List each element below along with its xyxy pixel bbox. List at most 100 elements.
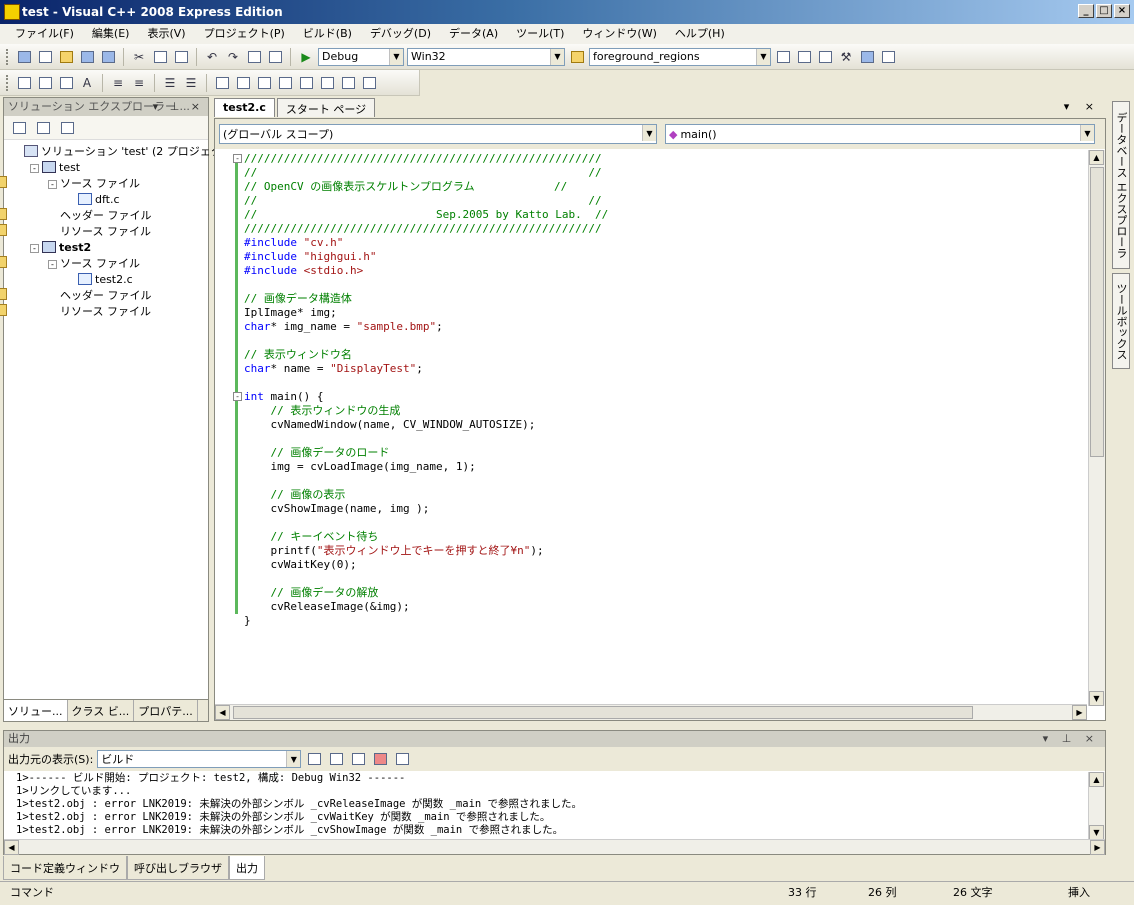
expander-icon[interactable]: -	[30, 244, 39, 253]
properties-icon[interactable]	[10, 119, 28, 137]
start-page-icon[interactable]	[858, 48, 876, 66]
prev-message-icon[interactable]	[327, 750, 345, 768]
next-bookmark-doc-icon[interactable]	[339, 74, 357, 92]
tree-node[interactable]: ヘッダー ファイル	[0, 288, 208, 304]
menu-item[interactable]: 表示(V)	[138, 24, 194, 44]
maximize-button[interactable]: □	[1096, 4, 1112, 18]
expander-icon[interactable]: -	[30, 164, 39, 173]
menu-item[interactable]: ウィンドウ(W)	[573, 24, 665, 44]
panel-tab[interactable]: プロパテ...	[134, 700, 198, 721]
menu-item[interactable]: ファイル(F)	[6, 24, 83, 44]
code-lines[interactable]: -///////////////////////////////////////…	[233, 152, 608, 628]
scroll-thumb[interactable]	[233, 706, 973, 719]
scroll-left-icon[interactable]: ◀	[215, 705, 230, 720]
copy-icon[interactable]	[151, 48, 169, 66]
editor-horizontal-scrollbar[interactable]: ◀ ▶	[215, 704, 1087, 720]
properties-icon[interactable]	[816, 48, 834, 66]
quick-info-icon[interactable]	[57, 74, 75, 92]
expander-icon[interactable]: -	[48, 260, 57, 269]
tab-toolbox[interactable]: ツールボックス	[1112, 273, 1130, 369]
platform-combo[interactable]: Win32 ▼	[407, 47, 565, 66]
command-window-icon[interactable]	[879, 48, 897, 66]
toggle-bookmark-icon[interactable]	[213, 74, 231, 92]
tab-database-explorer[interactable]: データベース エクスプローラ	[1112, 101, 1130, 269]
comment-out-icon[interactable]: ☰	[161, 74, 179, 92]
uncomment-icon[interactable]: ☰	[182, 74, 200, 92]
minimize-button[interactable]: _	[1078, 4, 1094, 18]
collapse-icon[interactable]: -	[233, 392, 242, 401]
parameter-info-icon[interactable]	[36, 74, 54, 92]
decrease-indent-icon[interactable]: ≡	[109, 74, 127, 92]
prev-bookmark-folder-icon[interactable]	[276, 74, 294, 92]
find-message-icon[interactable]	[305, 750, 323, 768]
pane-controls[interactable]: ▾ ⊥ ×	[153, 98, 204, 116]
next-bookmark-folder-icon[interactable]	[297, 74, 315, 92]
tree-node[interactable]: リソース ファイル	[0, 224, 208, 240]
menu-item[interactable]: ヘルプ(H)	[666, 24, 734, 44]
save-icon[interactable]	[78, 48, 96, 66]
editor-vertical-scrollbar[interactable]: ▲ ▼	[1088, 150, 1105, 706]
scope-combo[interactable]: (グローバル スコープ) ▼	[219, 124, 657, 144]
close-button[interactable]: ×	[1114, 4, 1130, 18]
complete-word-icon[interactable]: A	[78, 74, 96, 92]
scroll-down-icon[interactable]: ▼	[1089, 825, 1104, 840]
tree-node[interactable]: - ソース ファイル	[0, 256, 208, 272]
scroll-right-icon[interactable]: ▶	[1072, 705, 1087, 720]
tree-node[interactable]: test2.c	[4, 272, 208, 288]
prev-bookmark-icon[interactable]	[234, 74, 252, 92]
menu-item[interactable]: デバッグ(D)	[361, 24, 440, 44]
output-horizontal-scrollbar[interactable]: ◀ ▶	[4, 839, 1105, 855]
save-all-icon[interactable]	[99, 48, 117, 66]
document-tab[interactable]: スタート ページ	[276, 98, 376, 117]
scroll-up-icon[interactable]: ▲	[1089, 772, 1104, 787]
tree-node[interactable]: ヘッダー ファイル	[0, 208, 208, 224]
tree-node[interactable]: dft.c	[4, 192, 208, 208]
expander-icon[interactable]: -	[48, 180, 57, 189]
scroll-left-icon[interactable]: ◀	[4, 840, 19, 855]
document-tab-controls[interactable]: ▾ ×	[1064, 100, 1100, 113]
show-all-files-icon[interactable]	[34, 119, 52, 137]
clear-bookmarks-icon[interactable]	[360, 74, 378, 92]
output-source-combo[interactable]: ビルド ▼	[97, 750, 302, 768]
bottom-tab[interactable]: 出力	[229, 856, 265, 880]
menu-item[interactable]: データ(A)	[440, 24, 507, 44]
document-tab[interactable]: test2.c	[214, 98, 275, 117]
tree-node[interactable]: - test2	[4, 240, 208, 256]
cut-icon[interactable]: ✂	[130, 48, 148, 66]
tree-node[interactable]: リソース ファイル	[0, 304, 208, 320]
start-debugging-icon[interactable]: ▶	[297, 48, 315, 66]
toolbox-icon[interactable]: ⚒	[837, 48, 855, 66]
member-combo[interactable]: ◆ main() ▼	[665, 124, 1095, 144]
increase-indent-icon[interactable]: ≡	[130, 74, 148, 92]
next-message-icon[interactable]	[349, 750, 367, 768]
pane-controls[interactable]: ▾ ⊥ ×	[1043, 731, 1099, 747]
refresh-icon[interactable]	[58, 119, 76, 137]
add-item-icon[interactable]	[36, 48, 54, 66]
navigate-back-icon[interactable]	[245, 48, 263, 66]
word-wrap-icon[interactable]	[393, 750, 411, 768]
output-text[interactable]: 1>------ ビルド開始: プロジェクト: test2, 構成: Debug…	[4, 772, 1089, 840]
scroll-down-icon[interactable]: ▼	[1089, 691, 1104, 706]
next-bookmark-icon[interactable]	[255, 74, 273, 92]
solution-config-combo[interactable]: Debug ▼	[318, 47, 404, 66]
tree-node[interactable]: ソリューション 'test' (2 プロジェクト)	[4, 144, 237, 160]
menu-item[interactable]: ツール(T)	[507, 24, 573, 44]
member-list-icon[interactable]	[15, 74, 33, 92]
tree-node[interactable]: - test	[4, 160, 208, 176]
scroll-up-icon[interactable]: ▲	[1089, 150, 1104, 165]
menu-item[interactable]: ビルド(B)	[294, 24, 361, 44]
scroll-right-icon[interactable]: ▶	[1090, 840, 1105, 855]
find-icon[interactable]	[774, 48, 792, 66]
new-project-icon[interactable]	[15, 48, 33, 66]
open-folder-icon[interactable]	[57, 48, 75, 66]
code-area[interactable]: -///////////////////////////////////////…	[215, 150, 1087, 706]
find-combo[interactable]: foreground_regions ▼	[589, 47, 771, 66]
bottom-tab[interactable]: コード定義ウィンドウ	[3, 856, 127, 880]
undo-icon[interactable]: ↶	[203, 48, 221, 66]
prev-bookmark-doc-icon[interactable]	[318, 74, 336, 92]
clear-all-icon[interactable]	[371, 750, 389, 768]
collapse-icon[interactable]: -	[233, 154, 242, 163]
menu-item[interactable]: プロジェクト(P)	[195, 24, 294, 44]
scroll-thumb[interactable]	[1090, 167, 1104, 457]
redo-icon[interactable]: ↷	[224, 48, 242, 66]
